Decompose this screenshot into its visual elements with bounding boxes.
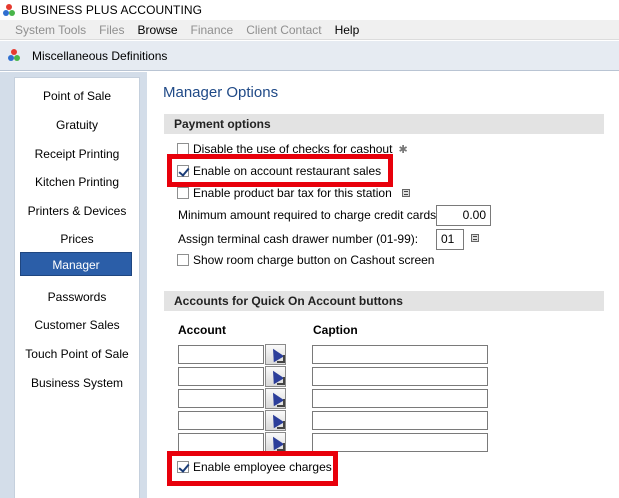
min-amount-label: Minimum amount required to charge credit… [178,208,440,222]
enable-bar-tax-label: Enable product bar tax for this station [193,186,392,200]
sidebar-item-prices[interactable]: Prices [15,227,139,251]
caption-input-4[interactable] [312,411,488,430]
sidebar-item-customer-sales[interactable]: Customer Sales [15,313,139,337]
sidebar-item-touch-point-of-sale[interactable]: Touch Point of Sale [15,342,139,366]
sidebar-item-gratuity[interactable]: Gratuity [15,113,139,137]
account-input-1[interactable] [178,345,264,364]
calculator-icon[interactable] [401,189,410,197]
room-charge-label: Show room charge button on Cashout scree… [193,253,435,267]
sidebar-item-printers-devices[interactable]: Printers & Devices [15,199,139,223]
menu-help[interactable]: Help [335,23,360,37]
caption-input-1[interactable] [312,345,488,364]
cash-drawer-label: Assign terminal cash drawer number (01-9… [178,232,419,246]
app-logo-icon [3,3,16,17]
sidebar-item-business-system[interactable]: Business System [15,371,139,395]
enable-bar-tax-option[interactable]: Enable product bar tax for this station [177,185,410,201]
menu-files[interactable]: Files [99,23,124,37]
enable-bar-tax-checkbox[interactable] [177,187,189,199]
caption-column-header: Caption [313,323,358,337]
account-lookup-icon[interactable] [265,388,286,409]
menu-browse[interactable]: Browse [137,23,177,37]
room-charge-checkbox[interactable] [177,254,189,266]
account-column-header: Account [178,323,226,337]
window-logo-icon [8,49,21,62]
account-lookup-icon[interactable] [265,410,286,431]
account-lookup-icon[interactable] [265,432,286,453]
app-title: BUSINESS PLUS ACCOUNTING [21,3,203,17]
sidebar-item-receipt-printing[interactable]: Receipt Printing [15,142,139,166]
title-bar: BUSINESS PLUS ACCOUNTING [0,0,619,20]
window-title: Miscellaneous Definitions [32,48,168,63]
sidebar: Point of Sale Gratuity Receipt Printing … [0,72,147,498]
account-input-3[interactable] [178,389,264,408]
min-amount-input[interactable]: 0.00 [436,205,491,226]
caption-input-2[interactable] [312,367,488,386]
sidebar-item-kitchen-printing[interactable]: Kitchen Printing [15,170,139,194]
calculator-icon[interactable] [471,234,479,242]
caption-input-5[interactable] [312,433,488,452]
caption-input-3[interactable] [312,389,488,408]
menu-system-tools[interactable]: System Tools [15,23,86,37]
asterisk-icon: ✱ [398,143,408,156]
account-input-5[interactable] [178,433,264,452]
menu-bar: System Tools Files Browse Finance Client… [0,20,619,40]
account-input-4[interactable] [178,411,264,430]
main-panel: Manager Options Payment options Disable … [147,72,619,498]
menu-client-contact[interactable]: Client Contact [246,23,321,37]
highlight-box [167,451,338,486]
page-title: Manager Options [163,84,279,101]
highlight-box [167,154,393,187]
cash-drawer-input[interactable]: 01 [436,229,464,250]
sidebar-item-point-of-sale[interactable]: Point of Sale [15,84,139,108]
account-input-2[interactable] [178,367,264,386]
sidebar-list: Point of Sale Gratuity Receipt Printing … [14,77,140,498]
sidebar-item-manager[interactable]: Manager [20,252,132,276]
window-title-bar: Miscellaneous Definitions [0,41,619,71]
menu-finance[interactable]: Finance [191,23,234,37]
sidebar-item-passwords[interactable]: Passwords [15,285,139,309]
account-lookup-icon[interactable] [265,366,286,387]
room-charge-option[interactable]: Show room charge button on Cashout scree… [177,252,434,268]
accounts-header: Accounts for Quick On Account buttons [164,291,604,311]
account-lookup-icon[interactable] [265,344,286,365]
payment-options-header: Payment options [164,114,604,134]
